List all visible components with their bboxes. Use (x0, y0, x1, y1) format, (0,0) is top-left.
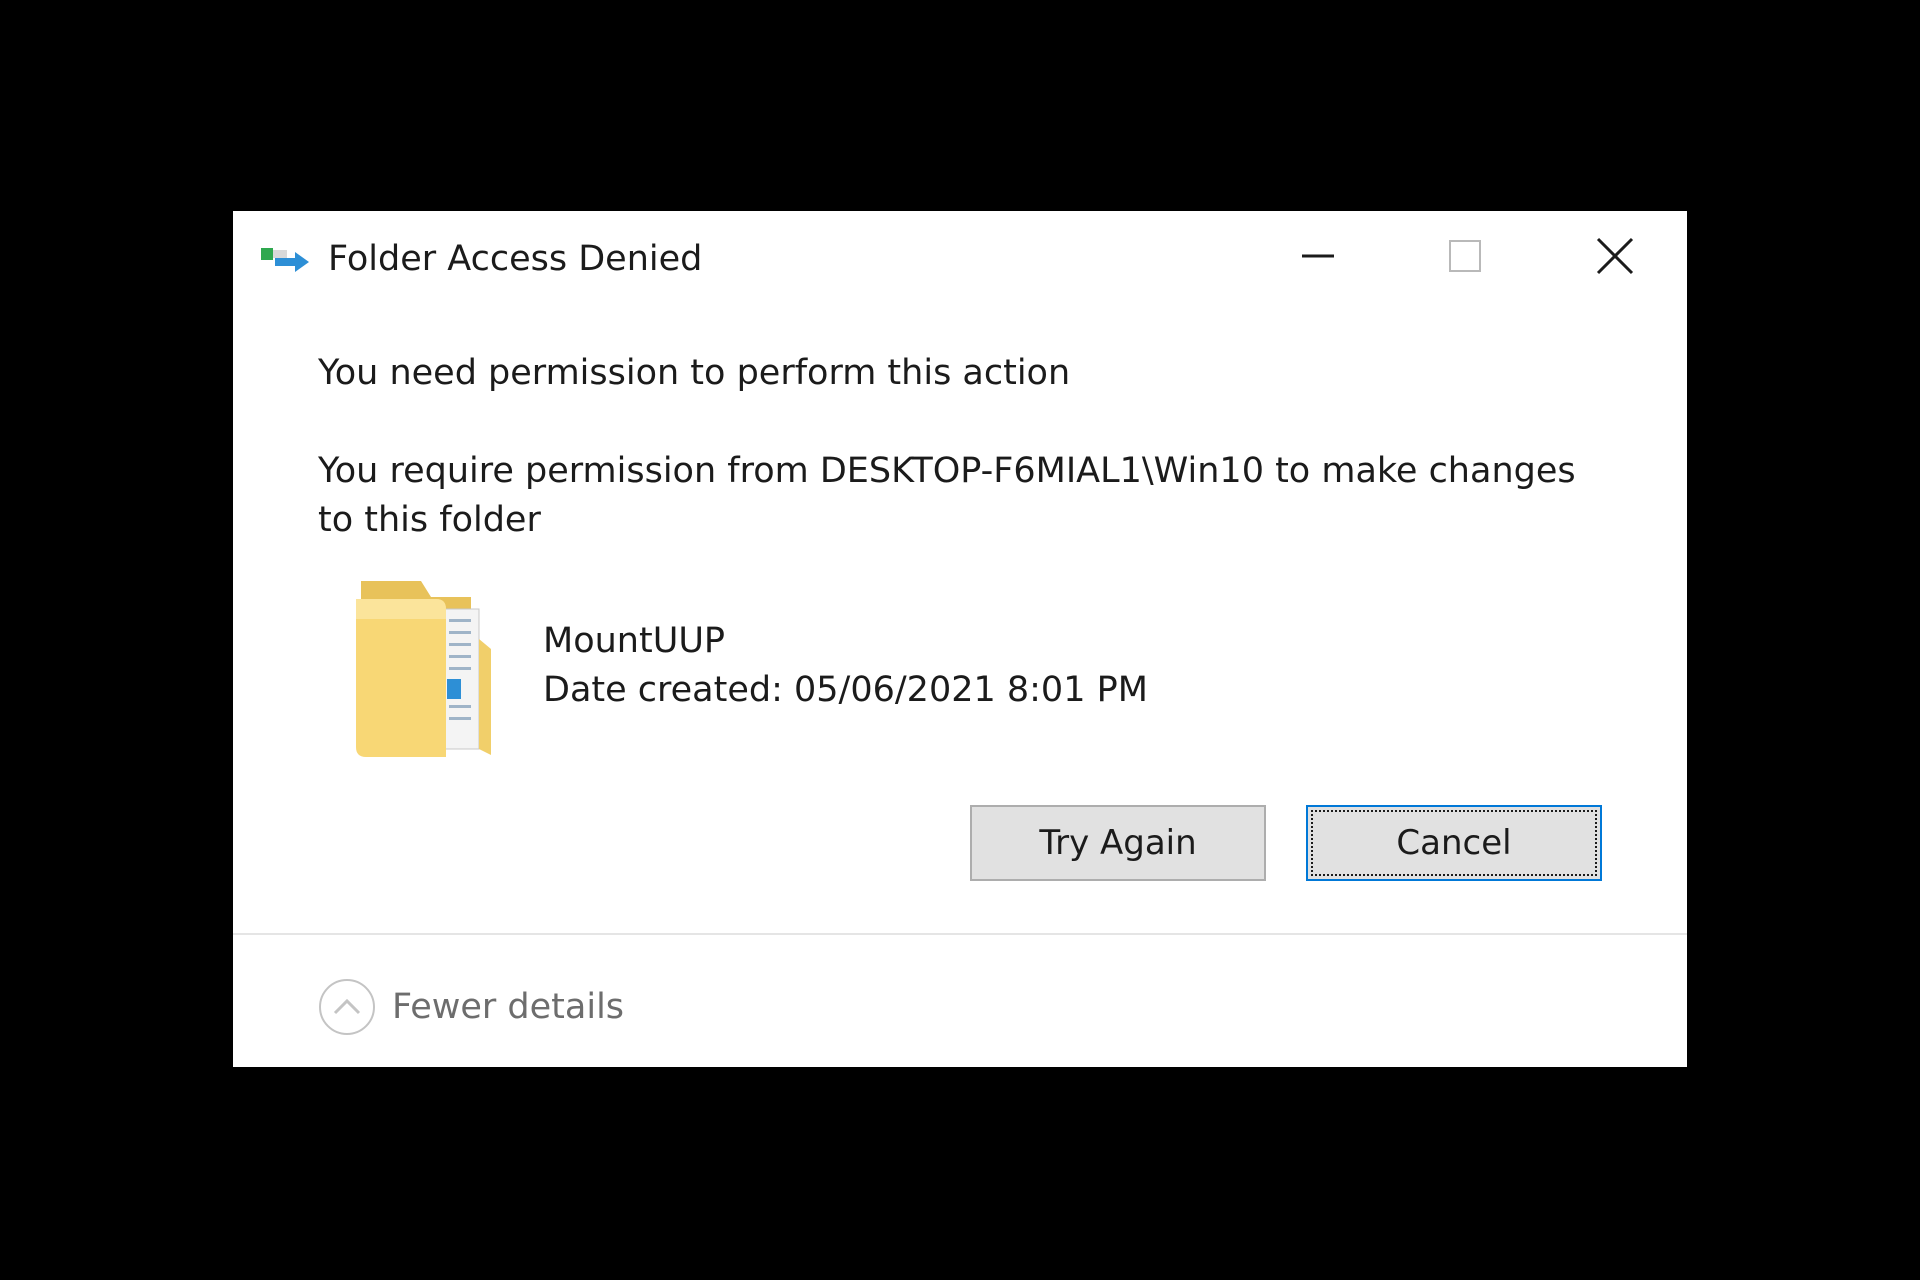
footer-divider (233, 933, 1687, 935)
detail-message: You require permission from DESKTOP-F6MI… (318, 451, 1576, 540)
minimize-icon (1302, 254, 1334, 258)
fewer-details-toggle[interactable]: Fewer details (318, 975, 624, 1039)
minimize-button[interactable] (1258, 221, 1378, 291)
folder-move-icon (261, 248, 309, 272)
chevron-up-icon (319, 979, 375, 1035)
fewer-details-label: Fewer details (392, 987, 625, 1027)
try-again-button[interactable]: Try Again (970, 805, 1266, 881)
maximize-icon (1449, 240, 1481, 272)
window-title: Folder Access Denied (328, 239, 703, 279)
folder-icon (356, 581, 491, 757)
close-button[interactable] (1555, 221, 1675, 291)
close-icon (1596, 237, 1634, 275)
cancel-button-label: Cancel (1396, 823, 1512, 863)
cancel-button[interactable]: Cancel (1306, 805, 1602, 881)
folder-name: MountUUP (543, 621, 726, 661)
folder-access-denied-dialog: Folder Access Denied You need permission… (233, 211, 1687, 1067)
date-created: Date created: 05/06/2021 8:01 PM (543, 670, 1148, 710)
title-bar: Folder Access Denied (233, 211, 1687, 307)
main-message: You need permission to perform this acti… (318, 353, 1071, 393)
maximize-button[interactable] (1405, 221, 1525, 291)
